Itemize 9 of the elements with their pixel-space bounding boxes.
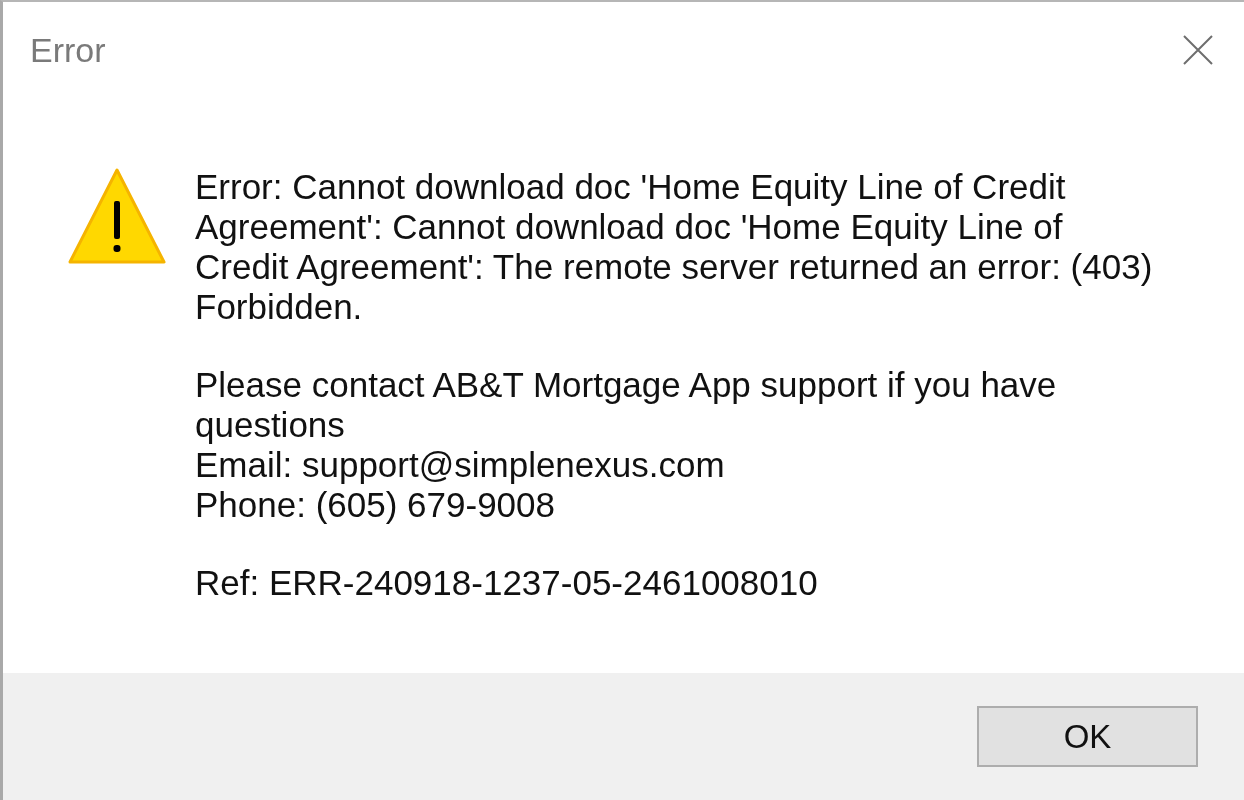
close-icon <box>1183 35 1213 65</box>
message-text: Phone: (605) 679-9008 <box>195 485 556 525</box>
message-text: Email: support@simplenexus.com <box>195 445 726 485</box>
warning-icon <box>68 168 166 265</box>
window-title: Error <box>30 30 106 70</box>
ok-button[interactable]: OK <box>977 706 1198 767</box>
message-text: Ref: ERR-240918-1237-05-2461008010 <box>195 563 819 603</box>
message-text: Error: Cannot download doc 'Home Equity Line of Credit Agreement': Cannot download doc 'Home Equity Line of Credit Agreement': The remote server returned an error: (403) Forbidden. <box>195 167 1154 327</box>
message-text: Please contact AB&T Mortgage App support if you have questions <box>195 365 1058 445</box>
